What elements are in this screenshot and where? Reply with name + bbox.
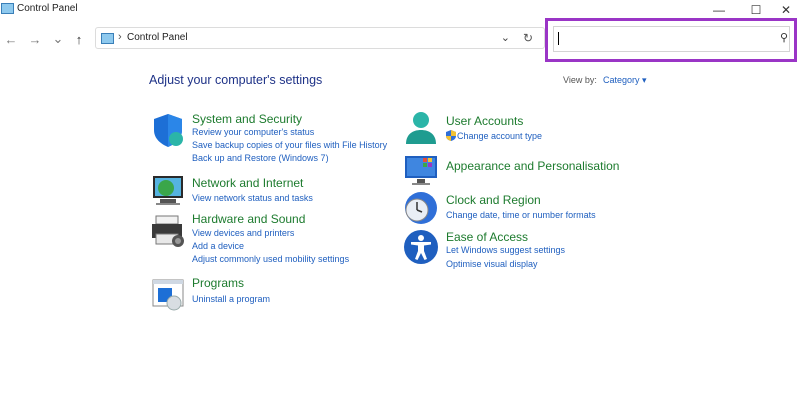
- page-title: Adjust your computer's settings: [149, 73, 323, 87]
- category-network-and-internet[interactable]: Network and Internet: [192, 176, 303, 190]
- address-bar[interactable]: › Control Panel ⌄: [95, 27, 545, 49]
- breadcrumb-control-panel[interactable]: Control Panel: [127, 32, 188, 43]
- appearance-monitor-icon[interactable]: [403, 152, 439, 188]
- search-input[interactable]: [553, 26, 790, 52]
- category-clock-and-region[interactable]: Clock and Region: [446, 193, 541, 207]
- back-icon[interactable]: ←: [3, 31, 19, 47]
- breadcrumb-chevron-icon[interactable]: ›: [118, 31, 122, 43]
- category-user-accounts[interactable]: User Accounts: [446, 114, 523, 128]
- accessibility-icon[interactable]: [403, 229, 439, 265]
- printer-icon[interactable]: [150, 212, 186, 248]
- maximize-button[interactable]: ☐: [739, 0, 773, 20]
- uac-shield-icon: [446, 130, 456, 141]
- view-by-dropdown[interactable]: Category ▾: [603, 75, 647, 86]
- forward-icon[interactable]: →: [27, 31, 43, 47]
- link-uninstall-program[interactable]: Uninstall a program: [192, 294, 270, 304]
- link-optimise-visual-display[interactable]: Optimise visual display: [446, 259, 538, 269]
- clock-globe-icon[interactable]: [403, 190, 439, 226]
- link-windows-suggest-settings[interactable]: Let Windows suggest settings: [446, 245, 565, 255]
- text-caret: [558, 32, 559, 45]
- up-icon[interactable]: ↑: [71, 31, 87, 47]
- category-ease-of-access[interactable]: Ease of Access: [446, 230, 528, 244]
- link-date-time-formats[interactable]: Change date, time or number formats: [446, 210, 596, 220]
- link-mobility-settings[interactable]: Adjust commonly used mobility settings: [192, 254, 349, 264]
- window-title: Control Panel: [17, 3, 78, 14]
- link-network-status[interactable]: View network status and tasks: [192, 193, 313, 203]
- control-panel-icon: [1, 3, 14, 14]
- recent-locations-icon[interactable]: ⌄: [50, 31, 66, 47]
- network-globe-icon[interactable]: [150, 172, 186, 208]
- category-system-and-security[interactable]: System and Security: [192, 112, 302, 126]
- link-file-history[interactable]: Save backup copies of your files with Fi…: [192, 140, 387, 150]
- address-dropdown-icon[interactable]: ⌄: [501, 31, 510, 44]
- search-icon[interactable]: ⚲: [780, 31, 788, 44]
- view-by-label: View by:: [563, 75, 597, 85]
- category-hardware-and-sound[interactable]: Hardware and Sound: [192, 212, 305, 226]
- category-appearance-and-personalisation[interactable]: Appearance and Personalisation: [446, 159, 619, 173]
- link-add-device[interactable]: Add a device: [192, 241, 244, 251]
- title-bar: Control Panel — ☐ ✕: [0, 0, 800, 20]
- link-review-status[interactable]: Review your computer's status: [192, 127, 314, 137]
- link-change-account-type[interactable]: Change account type: [457, 131, 542, 141]
- minimize-button[interactable]: —: [702, 0, 736, 20]
- programs-icon[interactable]: [150, 276, 186, 312]
- close-button[interactable]: ✕: [769, 0, 800, 20]
- shield-icon[interactable]: [150, 112, 186, 148]
- category-programs[interactable]: Programs: [192, 276, 244, 290]
- link-backup-restore[interactable]: Back up and Restore (Windows 7): [192, 153, 329, 163]
- refresh-icon[interactable]: ↻: [523, 31, 533, 45]
- user-icon[interactable]: [403, 110, 439, 146]
- link-devices-printers[interactable]: View devices and printers: [192, 228, 294, 238]
- control-panel-icon: [101, 33, 114, 44]
